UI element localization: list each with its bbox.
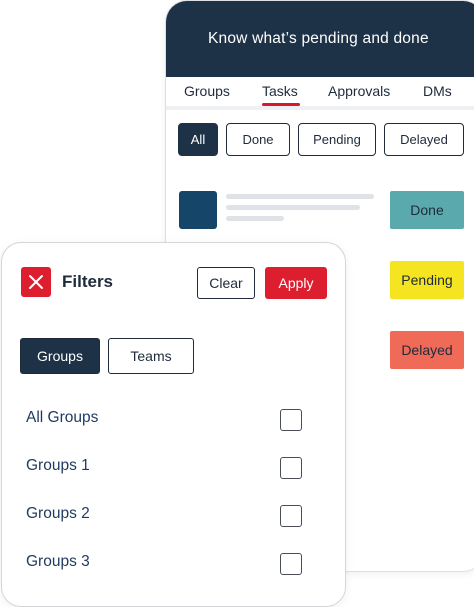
filter-chip-all[interactable]: All [178, 123, 218, 156]
option-label-groups-3: Groups 3 [26, 553, 90, 570]
checkbox-groups-1[interactable] [280, 457, 302, 479]
checkbox-groups-3[interactable] [280, 553, 302, 575]
filter-chip-done[interactable]: Done [226, 123, 290, 156]
task-placeholder-line [226, 205, 360, 210]
filter-chip-pending[interactable]: Pending [298, 123, 376, 156]
checkbox-groups-2[interactable] [280, 505, 302, 527]
tab-approvals[interactable]: Approvals [328, 83, 390, 99]
tab-dms[interactable]: DMs [423, 83, 452, 99]
status-badge-done: Done [390, 191, 464, 229]
task-placeholder-line [226, 194, 374, 199]
tab-bar: Groups Tasks Approvals DMs [166, 77, 474, 109]
apply-button[interactable]: Apply [265, 267, 327, 299]
option-label-groups-2: Groups 2 [26, 505, 90, 522]
close-icon [29, 275, 43, 289]
segment-teams[interactable]: Teams [108, 338, 194, 374]
tab-groups[interactable]: Groups [184, 83, 230, 99]
task-thumbnail [179, 191, 217, 229]
tab-divider [166, 106, 474, 110]
filters-title: Filters [62, 272, 114, 291]
clear-button[interactable]: Clear [197, 267, 255, 299]
filter-panel: Filters Clear Apply Groups Teams All Gro… [1, 242, 346, 607]
checkbox-all-groups[interactable] [280, 409, 302, 431]
status-badge-pending: Pending [390, 261, 464, 299]
close-button[interactable] [21, 267, 51, 297]
status-badge-delayed: Delayed [390, 331, 464, 369]
segment-groups[interactable]: Groups [20, 338, 100, 374]
tab-tasks[interactable]: Tasks [262, 83, 298, 99]
option-label-all-groups: All Groups [26, 409, 99, 426]
tasks-header: Know what’s pending and done [166, 1, 474, 77]
option-label-groups-1: Groups 1 [26, 457, 90, 474]
filter-chip-delayed[interactable]: Delayed [384, 123, 464, 156]
task-placeholder-line [226, 216, 284, 221]
